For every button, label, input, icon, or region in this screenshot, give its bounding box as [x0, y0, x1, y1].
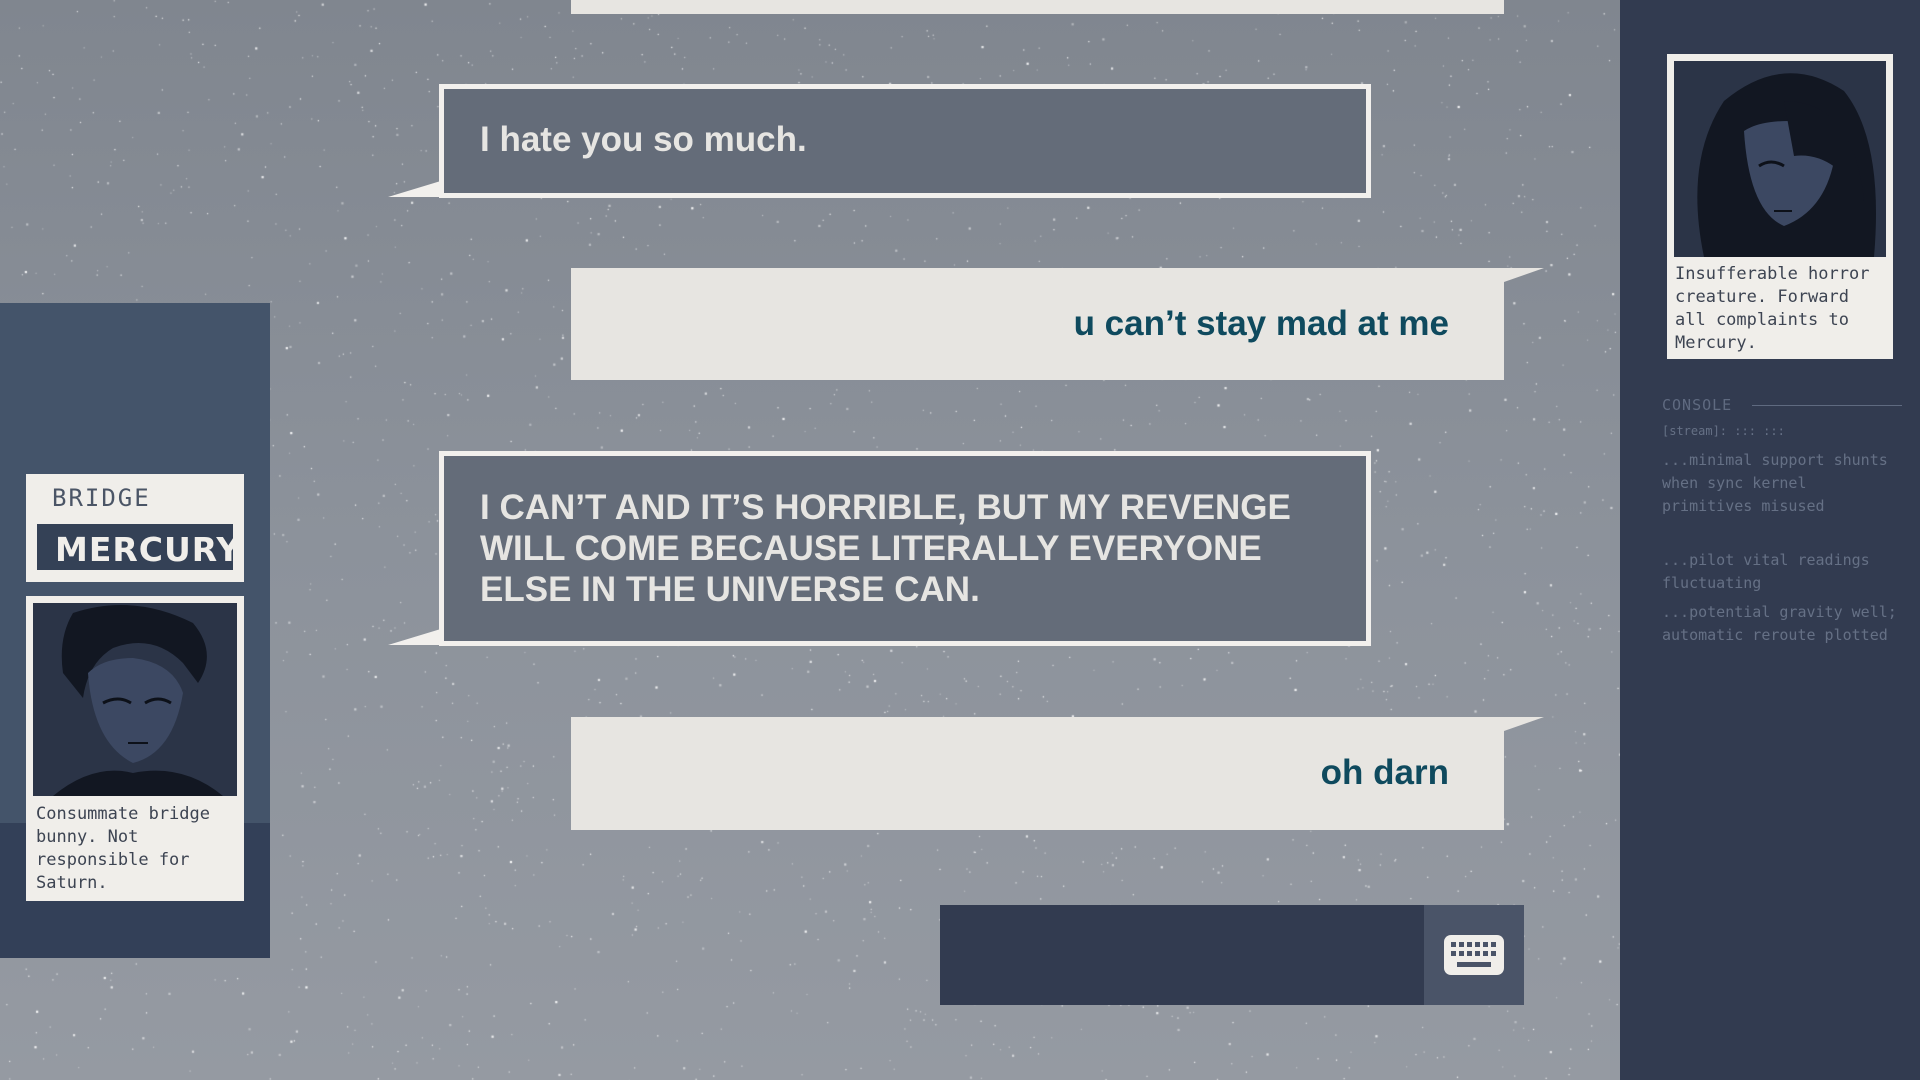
message-text: I hate you so much.	[480, 120, 807, 159]
message-bubble-them: I hate you so much.	[439, 84, 1371, 198]
character-name: MERCURY	[55, 530, 242, 569]
message-text: oh darn	[1320, 753, 1449, 792]
bubble-tail	[1504, 717, 1544, 731]
message-text: I CAN’T AND IT’S HORRIBLE, BUT MY REVENG…	[480, 488, 1291, 609]
saturn-portrait	[1674, 61, 1886, 257]
message-bubble-them: I CAN’T AND IT’S HORRIBLE, BUT MY REVENG…	[439, 451, 1371, 646]
bubble-tail	[388, 180, 444, 197]
location-label: BRIDGE	[52, 484, 151, 512]
character-description: Insufferable horror creature. Forward al…	[1675, 264, 1880, 353]
right-side-panel: Insufferable horror creature. Forward al…	[1620, 0, 1920, 1080]
console-line: ...pilot vital readings fluctuating	[1662, 551, 1870, 592]
message-text: u can’t stay mad at me	[1073, 304, 1449, 343]
keyboard-button[interactable]	[1424, 905, 1524, 1005]
mercury-portrait-art	[33, 603, 237, 796]
name-plate: MERCURY	[34, 521, 240, 573]
console-line: ...potential gravity well; automatic rer…	[1662, 603, 1897, 644]
message-bubble-me: oh darn	[571, 717, 1504, 830]
mercury-portrait	[33, 603, 237, 796]
bubble-tail	[1504, 268, 1544, 282]
console-line: ...minimal support shunts when sync kern…	[1662, 451, 1888, 515]
console-line: [stream]: ::: :::	[1662, 424, 1785, 438]
location-name-tag: BRIDGE MERCURY	[26, 474, 244, 582]
saturn-portrait-art	[1674, 61, 1886, 257]
right-portrait-card: Insufferable horror creature. Forward al…	[1667, 54, 1893, 359]
message-bubble-me: u can’t stay mad at me	[571, 268, 1504, 380]
left-portrait-card: Consummate bridge bunny. Not responsible…	[26, 596, 244, 901]
keyboard-icon	[1444, 935, 1504, 975]
console-heading: CONSOLE	[1662, 396, 1902, 414]
character-description: Consummate bridge bunny. Not responsible…	[36, 804, 221, 893]
bubble-tail	[388, 628, 444, 645]
previous-message-edge	[571, 0, 1504, 14]
